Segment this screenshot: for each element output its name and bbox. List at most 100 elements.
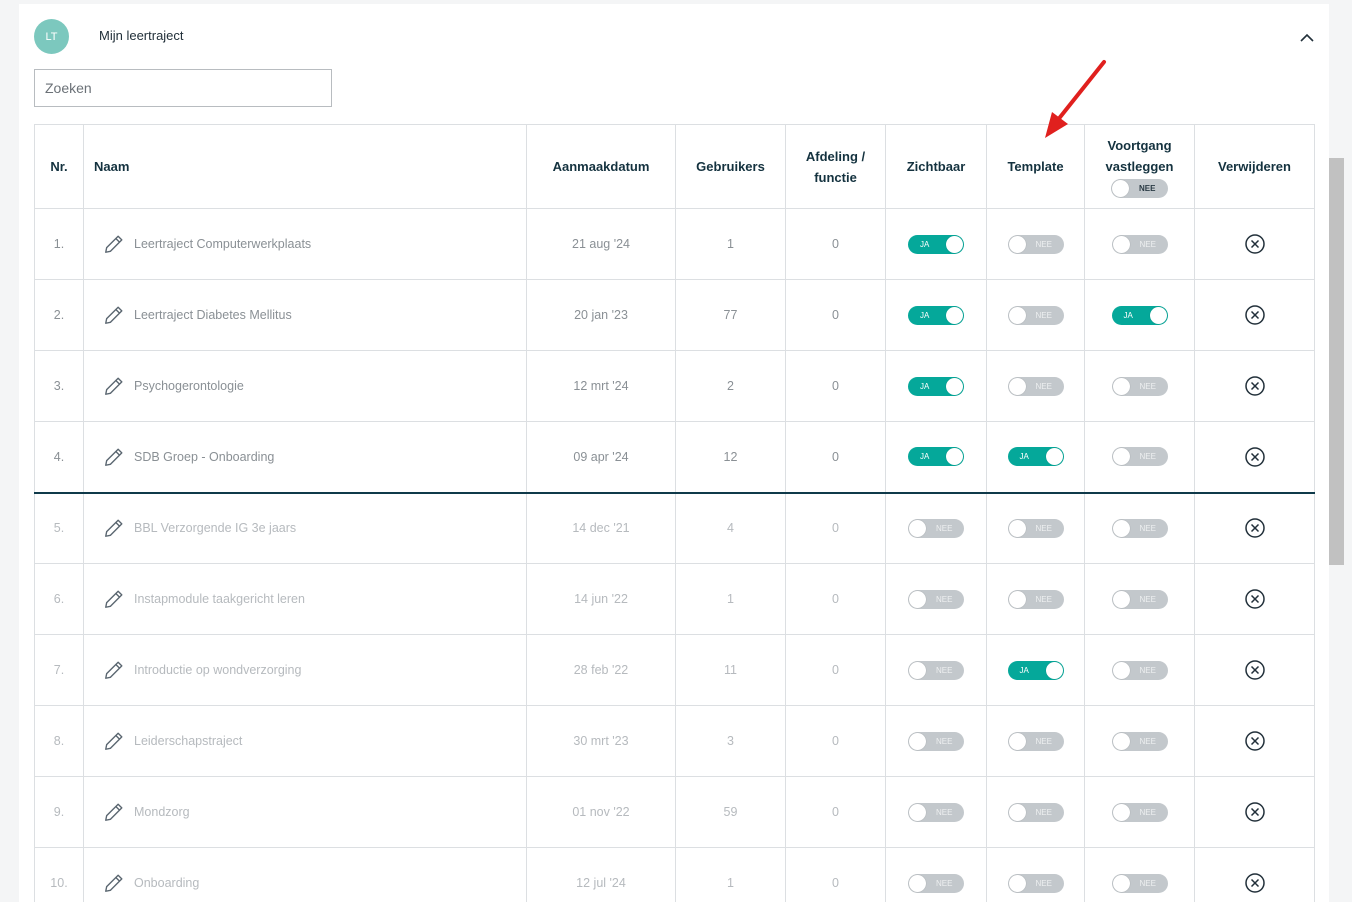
voortgang-toggle[interactable]: NEE <box>1111 802 1168 822</box>
chevron-up-icon[interactable] <box>1297 28 1317 46</box>
row-name-link[interactable]: Introductie op wondverzorging <box>134 663 301 677</box>
zichtbaar-toggle[interactable]: JA <box>908 376 964 396</box>
voortgang-toggle[interactable]: NEE <box>1111 589 1168 609</box>
cell-verwijderen <box>1194 350 1315 422</box>
column-header-template[interactable]: Template <box>986 124 1085 209</box>
voortgang-all-toggle[interactable]: NEE <box>1111 179 1168 198</box>
zichtbaar-toggle[interactable]: NEE <box>908 518 964 538</box>
toggle-label: NEE <box>1035 381 1052 391</box>
delete-circle-x-icon[interactable] <box>1244 659 1266 681</box>
delete-circle-x-icon[interactable] <box>1244 517 1266 539</box>
edit-pencil-icon[interactable] <box>103 801 125 823</box>
delete-circle-x-icon[interactable] <box>1244 446 1266 468</box>
template-toggle[interactable]: NEE <box>1007 376 1064 396</box>
cell-naam: Leiderschapstraject <box>83 705 527 777</box>
cell-zichtbaar: NEE <box>885 634 987 706</box>
cell-naam: Introductie op wondverzorging <box>83 634 527 706</box>
cell-afdeling: 0 <box>785 208 886 280</box>
cell-afdeling: 0 <box>785 563 886 635</box>
name-wrap: Introductie op wondverzorging <box>84 659 526 681</box>
row-name-link[interactable]: Psychogerontologie <box>134 379 244 393</box>
zichtbaar-toggle[interactable]: JA <box>908 305 964 325</box>
row-name-link[interactable]: Mondzorg <box>134 805 190 819</box>
template-toggle[interactable]: JA <box>1007 447 1064 467</box>
delete-circle-x-icon[interactable] <box>1244 872 1266 894</box>
row-name-link[interactable]: Onboarding <box>134 876 199 890</box>
delete-circle-x-icon[interactable] <box>1244 233 1266 255</box>
edit-pencil-icon[interactable] <box>103 730 125 752</box>
cell-template: NEE <box>986 847 1085 902</box>
row-name-link[interactable]: Leertraject Diabetes Mellitus <box>134 308 292 322</box>
delete-circle-x-icon[interactable] <box>1244 304 1266 326</box>
toggle-label: NEE <box>1035 523 1052 533</box>
column-header-zichtbaar[interactable]: Zichtbaar <box>885 124 987 209</box>
zichtbaar-toggle[interactable]: JA <box>908 234 964 254</box>
column-header-aanmaakdatum[interactable]: Aanmaakdatum <box>526 124 676 209</box>
edit-pencil-icon[interactable] <box>103 872 125 894</box>
toggle-knob <box>1112 519 1130 537</box>
template-toggle[interactable]: NEE <box>1007 518 1064 538</box>
column-header-gebruikers[interactable]: Gebruikers <box>675 124 786 209</box>
cell-nr: 1. <box>34 208 84 280</box>
cell-voortgang: NEE <box>1084 634 1195 706</box>
edit-pencil-icon[interactable] <box>103 233 125 255</box>
template-toggle[interactable]: NEE <box>1007 589 1064 609</box>
voortgang-toggle[interactable]: NEE <box>1111 731 1168 751</box>
delete-circle-x-icon[interactable] <box>1244 730 1266 752</box>
voortgang-toggle[interactable]: NEE <box>1111 873 1168 893</box>
voortgang-toggle[interactable]: NEE <box>1111 376 1168 396</box>
row-name-link[interactable]: Leertraject Computerwerkplaats <box>134 237 311 251</box>
cell-gebruikers: 59 <box>675 776 786 848</box>
voortgang-toggle[interactable]: NEE <box>1111 234 1168 254</box>
column-header-afdeling-line1: Afdeling / <box>805 148 866 164</box>
row-name-link[interactable]: Leiderschapstraject <box>134 734 242 748</box>
template-toggle[interactable]: JA <box>1007 660 1064 680</box>
column-header-afdeling[interactable]: Afdeling / functie <box>785 124 886 209</box>
zichtbaar-toggle[interactable]: NEE <box>908 873 964 893</box>
column-header-naam[interactable]: Naam <box>83 124 527 209</box>
cell-aanmaakdatum: 30 mrt '23 <box>526 705 676 777</box>
toggle-label: NEE <box>1035 594 1052 604</box>
delete-circle-x-icon[interactable] <box>1244 588 1266 610</box>
toggle-knob <box>1112 180 1129 197</box>
edit-pencil-icon[interactable] <box>103 659 125 681</box>
panel-header[interactable]: LT Mijn leertraject <box>19 4 1329 68</box>
edit-pencil-icon[interactable] <box>103 375 125 397</box>
column-header-verwijderen: Verwijderen <box>1194 124 1315 209</box>
template-toggle[interactable]: NEE <box>1007 802 1064 822</box>
cell-gebruikers: 11 <box>675 634 786 706</box>
toggle-knob <box>1112 235 1130 253</box>
edit-pencil-icon[interactable] <box>103 304 125 326</box>
delete-circle-x-icon[interactable] <box>1244 375 1266 397</box>
edit-pencil-icon[interactable] <box>103 517 125 539</box>
toggle-label: NEE <box>1035 878 1052 888</box>
cell-zichtbaar: NEE <box>885 847 987 902</box>
column-header-nr[interactable]: Nr. <box>34 124 84 209</box>
scrollbar-thumb[interactable] <box>1329 158 1344 565</box>
toggle-label: JA <box>920 310 930 320</box>
cell-afdeling: 0 <box>785 421 886 494</box>
zichtbaar-toggle[interactable]: JA <box>908 447 964 467</box>
row-name-link[interactable]: Instapmodule taakgericht leren <box>134 592 305 606</box>
template-toggle[interactable]: NEE <box>1007 731 1064 751</box>
name-wrap: Instapmodule taakgericht leren <box>84 588 526 610</box>
zichtbaar-toggle[interactable]: NEE <box>908 731 964 751</box>
search-input[interactable] <box>34 69 332 107</box>
cell-voortgang: NEE <box>1084 776 1195 848</box>
row-name-link[interactable]: SDB Groep - Onboarding <box>134 450 274 464</box>
voortgang-toggle[interactable]: NEE <box>1111 447 1168 467</box>
zichtbaar-toggle[interactable]: NEE <box>908 589 964 609</box>
edit-pencil-icon[interactable] <box>103 446 125 468</box>
voortgang-toggle[interactable]: JA <box>1111 305 1168 325</box>
cell-voortgang: NEE <box>1084 208 1195 280</box>
template-toggle[interactable]: NEE <box>1007 873 1064 893</box>
delete-circle-x-icon[interactable] <box>1244 801 1266 823</box>
zichtbaar-toggle[interactable]: NEE <box>908 660 964 680</box>
row-name-link[interactable]: BBL Verzorgende IG 3e jaars <box>134 521 296 535</box>
template-toggle[interactable]: NEE <box>1007 234 1064 254</box>
zichtbaar-toggle[interactable]: NEE <box>908 802 964 822</box>
voortgang-toggle[interactable]: NEE <box>1111 660 1168 680</box>
voortgang-toggle[interactable]: NEE <box>1111 518 1168 538</box>
edit-pencil-icon[interactable] <box>103 588 125 610</box>
template-toggle[interactable]: NEE <box>1007 305 1064 325</box>
